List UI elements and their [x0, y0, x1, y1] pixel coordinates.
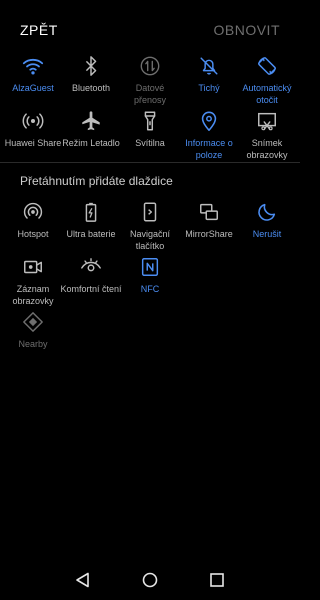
tile-flashlight[interactable]: Svítilna	[120, 109, 180, 179]
huawei-share-icon	[21, 109, 45, 133]
tile-label: Snímek obrazovky	[246, 138, 288, 160]
wifi-icon	[21, 54, 45, 78]
tile-label: Navigační tlačítko	[129, 229, 171, 251]
tile-label: Komfortní čtení	[60, 284, 122, 294]
tile-do-not-disturb[interactable]: Nerušit	[237, 200, 297, 270]
airplane-icon	[79, 109, 103, 133]
tile-label: Režim Letadlo	[62, 138, 120, 148]
tile-label: Hotspot	[17, 229, 49, 239]
tile-label: Ultra baterie	[66, 229, 116, 239]
tile-mirror-share[interactable]: MirrorShare	[179, 200, 239, 270]
navigation-button-icon	[138, 200, 162, 224]
tile-label: Nearby	[18, 339, 48, 349]
moon-icon	[255, 200, 279, 224]
tile-label: Záznam obrazovky	[12, 284, 54, 306]
hotspot-icon	[21, 200, 45, 224]
system-navigation-bar	[0, 558, 300, 600]
tile-airplane[interactable]: Režim Letadlo	[61, 109, 121, 179]
tile-label: MirrorShare	[185, 229, 233, 239]
tile-label: AlzaGuest	[12, 83, 54, 93]
tile-label: Datové přenosy	[133, 83, 167, 105]
back-button[interactable]: ZPĚT	[20, 22, 58, 38]
mobile-data-icon	[138, 54, 162, 78]
section-divider	[0, 162, 300, 163]
screen-record-icon	[21, 255, 45, 279]
tile-label: Huawei Share	[4, 138, 62, 148]
flashlight-icon	[138, 109, 162, 133]
tile-label: Informace o poloze	[185, 138, 233, 160]
tile-label: Automatický otočit	[242, 83, 292, 105]
silent-bell-icon	[197, 54, 221, 78]
tile-comfort-reading[interactable]: Komfortní čtení	[60, 255, 122, 325]
nearby-icon	[21, 310, 45, 334]
tile-location[interactable]: Informace o poloze	[179, 109, 239, 179]
tile-nearby[interactable]: Nearby	[3, 310, 63, 380]
ultra-battery-icon	[79, 200, 103, 224]
tile-huawei-share[interactable]: Huawei Share	[3, 109, 63, 179]
tile-nfc[interactable]: NFC	[120, 255, 180, 325]
section-title: Přetáhnutím přidáte dlaždice	[20, 174, 173, 188]
tile-label: Nerušit	[252, 229, 282, 239]
tile-label: Svítilna	[135, 138, 165, 148]
tile-label: Tichý	[198, 83, 220, 93]
tile-screenshot[interactable]: Snímek obrazovky	[237, 109, 297, 179]
top-bar: ZPĚT OBNOVIT	[0, 0, 300, 60]
tile-label: Bluetooth	[71, 83, 111, 93]
mirror-share-icon	[197, 200, 221, 224]
location-icon	[197, 109, 221, 133]
nfc-icon	[138, 255, 162, 279]
reset-button[interactable]: OBNOVIT	[213, 22, 280, 38]
back-triangle-icon[interactable]	[73, 570, 93, 590]
eye-icon	[79, 255, 103, 279]
home-circle-icon[interactable]	[140, 570, 160, 590]
recents-square-icon[interactable]	[207, 570, 227, 590]
bluetooth-icon	[79, 54, 103, 78]
auto-rotate-icon	[255, 54, 279, 78]
tile-label: NFC	[140, 284, 160, 294]
screenshot-icon	[255, 109, 279, 133]
